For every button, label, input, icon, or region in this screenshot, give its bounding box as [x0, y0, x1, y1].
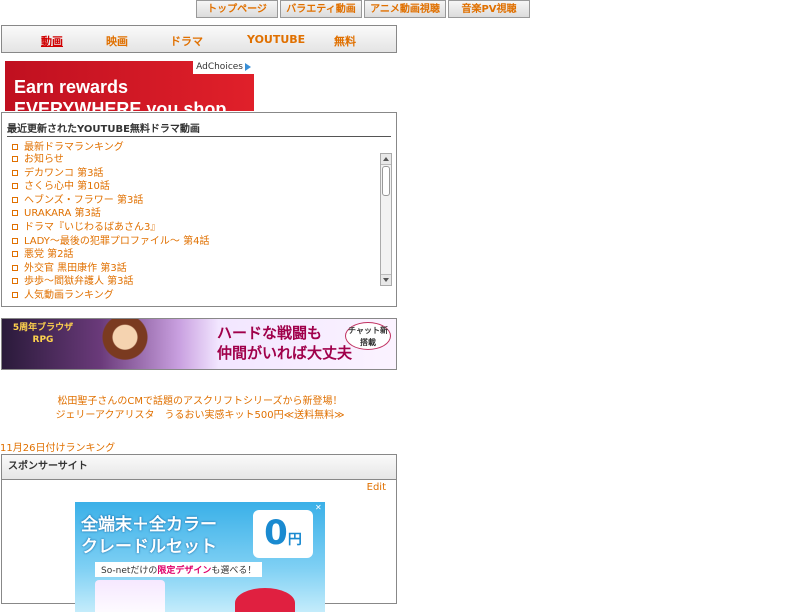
edit-link[interactable]: Edit — [367, 482, 386, 493]
bullet-icon — [12, 196, 18, 203]
list-item[interactable]: 外交官 黒田康作 第3話 — [12, 262, 380, 276]
main-nav: 動画 映画 ドラマ YOUTUBE 無料 — [1, 25, 397, 53]
bullet-icon — [12, 251, 18, 258]
ad-close-icon[interactable]: ✕ — [315, 504, 323, 512]
ad-banner-text: Earn rewards EVERYWHERE you shop — [14, 77, 227, 111]
cradle-ad-subtitle: So-netだけの限定デザインも選べる！ — [95, 562, 263, 577]
ad-banner-game[interactable]: 5周年ブラウザRPG ハードな戦闘も 仲間がいれば大丈夫 チャット新搭載 — [1, 318, 397, 370]
tab-anime[interactable]: アニメ動画視聴 — [364, 0, 446, 18]
product-image — [95, 580, 165, 612]
bullet-icon — [12, 223, 18, 230]
bullet-icon — [12, 183, 18, 190]
bullet-icon — [12, 292, 18, 298]
sponsor-box: スポンサーサイト Edit 全端末＋全カラー クレードルセット 0円 So-ne… — [1, 454, 397, 612]
bullet-icon — [12, 156, 18, 162]
recent-list-scrollbar[interactable] — [380, 153, 392, 286]
bullet-icon — [12, 278, 18, 285]
ad-banner-rewards[interactable]: Earn rewards EVERYWHERE you shop AdChoic… — [5, 61, 254, 111]
recent-drama-box: 最近更新されたYOUTUBE無料ドラマ動画 最新ドラマランキング お知らせ デカ… — [1, 112, 397, 307]
cradle-ad-line-2: クレードルセット — [81, 537, 217, 557]
bullet-icon — [12, 264, 18, 271]
bullet-icon — [12, 144, 18, 150]
sponsor-title: スポンサーサイト — [2, 455, 396, 480]
product-image — [235, 588, 295, 612]
latest-ranking-link[interactable]: 最新ドラマランキング — [12, 138, 124, 153]
list-item[interactable]: ヘブンズ・フラワー 第3話 — [12, 194, 380, 208]
list-item[interactable]: さくら心中 第10話 — [12, 180, 380, 194]
list-item[interactable]: デカワンコ 第3話 — [12, 167, 380, 181]
scroll-down-icon[interactable] — [381, 274, 391, 285]
list-item[interactable]: LADY～最後の犯罪プロファイル～ 第4話 — [12, 235, 380, 249]
nav-item-free[interactable]: 無料 — [334, 33, 356, 49]
ranking-date-link[interactable]: 11月26日付けランキング — [0, 439, 115, 454]
promo-text[interactable]: 松田聖子さんのCMで話題のアスクリフトシリーズから新登場！ ジェリーアクアリスタ… — [0, 395, 400, 423]
game-logo: 5周年ブラウザRPG — [12, 323, 74, 345]
list-item[interactable]: 歩歩～閻獄弁護人 第3話 — [12, 275, 380, 286]
bullet-icon — [12, 169, 18, 176]
popular-ranking-link[interactable]: 人気動画ランキング — [12, 286, 114, 301]
promo-line-1[interactable]: 松田聖子さんのCMで話題のアスクリフトシリーズから新登場！ — [0, 395, 400, 409]
nav-item-douga[interactable]: 動画 — [41, 33, 63, 49]
tab-variety[interactable]: バラエティ動画 — [280, 0, 362, 18]
adchoices-icon — [245, 62, 251, 71]
promo-line-2[interactable]: ジェリーアクアリスタ うるおい実感キット500円≪送料無料≫ — [0, 409, 400, 423]
chat-badge: チャット新搭載 — [345, 322, 391, 350]
adchoices-badge[interactable]: AdChoices — [193, 61, 254, 74]
bullet-icon — [12, 210, 18, 217]
tab-music-pv[interactable]: 音楽PV視聴 — [448, 0, 530, 18]
list-item[interactable]: 悪党 第2話 — [12, 248, 380, 262]
game-ad-headline: ハードな戦闘も 仲間がいれば大丈夫 — [217, 324, 353, 362]
scrollbar-thumb[interactable] — [382, 166, 390, 196]
game-character-image — [97, 319, 167, 369]
list-item[interactable]: ドラマ『いじわるばあさん3』 — [12, 221, 380, 235]
recent-box-title: 最近更新されたYOUTUBE無料ドラマ動画 — [7, 120, 391, 137]
list-item[interactable]: URAKARA 第3話 — [12, 207, 380, 221]
nav-item-drama[interactable]: ドラマ — [170, 33, 203, 49]
tab-top-page[interactable]: トップページ — [196, 0, 278, 18]
ad-banner-cradle[interactable]: 全端末＋全カラー クレードルセット 0円 So-netだけの限定デザインも選べる… — [75, 502, 325, 612]
scroll-up-icon[interactable] — [381, 154, 391, 165]
list-item[interactable]: お知らせ — [12, 153, 380, 167]
bullet-icon — [12, 237, 18, 244]
recent-list[interactable]: お知らせ デカワンコ 第3話 さくら心中 第10話 ヘブンズ・フラワー 第3話 … — [12, 153, 380, 286]
nav-item-eiga[interactable]: 映画 — [106, 33, 128, 49]
nav-item-youtube[interactable]: YOUTUBE — [247, 33, 305, 46]
cradle-ad-price: 0円 — [253, 510, 313, 558]
